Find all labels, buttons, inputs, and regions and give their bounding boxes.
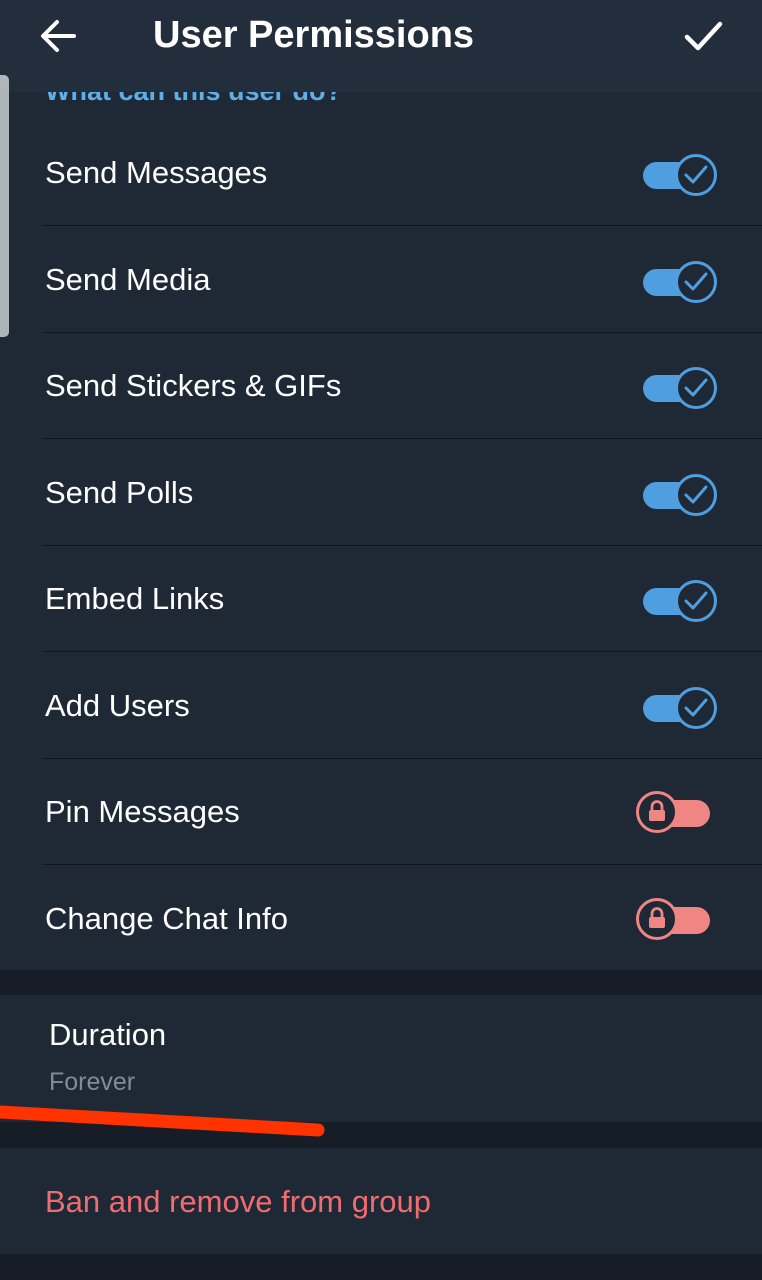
toggle-check-icon	[675, 367, 717, 409]
toggle-check-icon	[675, 261, 717, 303]
scrollbar-thumb[interactable]	[0, 75, 9, 337]
red-underline-annotation	[0, 1105, 325, 1137]
permission-toggle-on[interactable]	[636, 685, 718, 729]
done-button[interactable]	[675, 10, 731, 62]
permission-toggle-on[interactable]	[636, 472, 718, 516]
lock-icon	[636, 791, 678, 833]
permission-label: Embed Links	[45, 581, 225, 616]
back-button[interactable]	[30, 12, 90, 62]
permission-label: Pin Messages	[45, 794, 240, 829]
permission-row-add-users[interactable]: Add Users	[0, 652, 762, 759]
checkmark-icon	[684, 21, 723, 51]
toggle-check-icon	[675, 687, 717, 729]
lock-icon	[636, 898, 678, 940]
ban-label: Ban and remove from group	[45, 1184, 431, 1219]
permission-row-send-media[interactable]: Send Media	[0, 226, 762, 333]
permission-toggle-locked[interactable]	[636, 791, 718, 835]
permission-label: Send Polls	[45, 475, 194, 510]
page-title: User Permissions	[153, 14, 475, 56]
permission-row-pin-messages[interactable]: Pin Messages	[0, 758, 762, 865]
permission-toggle-locked[interactable]	[636, 898, 718, 942]
toggle-check-icon	[675, 474, 717, 516]
section-header: What can this user do?	[45, 92, 342, 107]
permission-label: Add Users	[45, 688, 190, 723]
permission-row-send-stickers[interactable]: Send Stickers & GIFs	[0, 332, 762, 439]
duration-label: Duration	[49, 1017, 167, 1052]
permission-toggle-on[interactable]	[636, 259, 718, 303]
arrow-left-icon	[41, 20, 76, 52]
toggle-check-icon	[675, 154, 717, 196]
permission-toggle-on[interactable]	[636, 578, 718, 622]
permission-toggle-on[interactable]	[636, 152, 718, 196]
toggle-check-icon	[675, 580, 717, 622]
ban-and-remove-button[interactable]: Ban and remove from group	[0, 1148, 762, 1254]
permission-label: Send Messages	[45, 155, 268, 190]
permission-label: Change Chat Info	[45, 901, 289, 936]
permission-row-change-chat-info[interactable]: Change Chat Info	[0, 865, 762, 970]
permission-label: Send Media	[45, 262, 211, 297]
permission-label: Send Stickers & GIFs	[45, 368, 342, 403]
permission-row-send-messages[interactable]: Send Messages	[0, 119, 762, 226]
permission-toggle-on[interactable]	[636, 365, 718, 409]
permissions-section: What can this user do? Send Messages Sen…	[0, 92, 762, 970]
top-app-bar: User Permissions	[0, 0, 762, 92]
permission-row-send-polls[interactable]: Send Polls	[0, 439, 762, 546]
permission-row-embed-links[interactable]: Embed Links	[0, 545, 762, 652]
